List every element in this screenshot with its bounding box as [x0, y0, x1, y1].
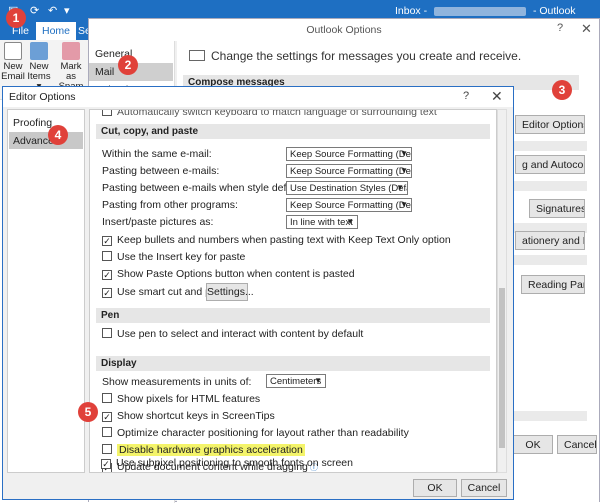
- scrollbar-thumb[interactable]: [499, 288, 505, 448]
- chevron-down-icon: ▼: [396, 183, 404, 192]
- chevron-down-icon: ▼: [400, 166, 408, 175]
- paste-other-programs-select[interactable]: Keep Source Formatting (Default)▼: [286, 198, 412, 212]
- editor-options-title: Editor Options: [3, 87, 513, 107]
- paste-conflict-select[interactable]: Use Destination Styles (Default)▼: [286, 181, 408, 195]
- nav-advanced[interactable]: Advanced: [9, 132, 83, 149]
- scrollbar[interactable]: [497, 109, 507, 473]
- spelling-autocorrect-button[interactable]: g and Autocorrect...: [515, 155, 585, 174]
- pen-select-checkbox[interactable]: Use pen to select and interact with cont…: [102, 328, 363, 340]
- show-paste-options-checkbox[interactable]: ✓ Show Paste Options button when content …: [102, 268, 355, 280]
- step-marker-5: 5: [78, 402, 98, 422]
- optimize-positioning-checkbox[interactable]: Optimize character positioning for layou…: [102, 427, 409, 439]
- subpixel-positioning-checkbox[interactable]: ✓ Use subpixel positioning to smooth font…: [101, 457, 353, 469]
- step-marker-2: 2: [118, 55, 138, 75]
- editor-options-ok-button[interactable]: OK: [413, 479, 457, 497]
- new-items-button[interactable]: New Items ▾: [26, 42, 52, 92]
- redacted-account: [434, 6, 527, 16]
- editor-options-nav: Proofing Advanced: [7, 109, 85, 473]
- new-items-icon: [30, 42, 48, 60]
- keep-bullets-checkbox[interactable]: ✓ Keep bullets and numbers when pasting t…: [102, 234, 451, 246]
- editor-options-dialog: Editor Options ? ✕ Proofing Advanced Aut…: [2, 86, 514, 500]
- chevron-down-icon: ▼: [314, 376, 322, 385]
- stationery-fonts-button[interactable]: ationery and Fonts...: [515, 231, 585, 250]
- insert-pictures-label: Insert/paste pictures as:: [102, 216, 214, 228]
- shortcut-keys-checkbox[interactable]: ✓ Show shortcut keys in ScreenTips: [102, 410, 275, 422]
- chevron-down-icon: ▼: [400, 149, 408, 158]
- cut-copy-paste-heading: Cut, copy, and paste: [96, 124, 490, 139]
- step-marker-4: 4: [48, 125, 68, 145]
- smart-paste-settings-button[interactable]: Settings...: [206, 283, 254, 301]
- paste-within-email-select[interactable]: Keep Source Formatting (Default)▼: [286, 147, 412, 161]
- outlook-options-cancel-button[interactable]: Cancel: [557, 435, 597, 454]
- envelope-icon: [4, 42, 22, 60]
- nav-proofing[interactable]: Proofing: [9, 114, 83, 131]
- mail-settings-header: Change the settings for messages you cre…: [189, 49, 521, 63]
- close-icon[interactable]: ✕: [491, 88, 503, 105]
- editor-options-cancel-button[interactable]: Cancel: [461, 479, 507, 497]
- display-heading: Display: [96, 356, 490, 371]
- chevron-down-icon: ▼: [400, 200, 408, 209]
- paste-other-programs-label: Pasting from other programs:: [102, 199, 238, 211]
- spam-envelope-icon: [62, 42, 80, 60]
- pen-heading: Pen: [96, 308, 490, 323]
- insert-pictures-select[interactable]: In line with text ▼: [286, 215, 358, 229]
- measurement-units-select[interactable]: Centimeters ▼: [266, 374, 326, 388]
- help-icon[interactable]: ?: [557, 22, 563, 34]
- outlook-options-ok-button[interactable]: OK: [513, 435, 553, 454]
- paste-between-emails-select[interactable]: Keep Source Formatting (Default)▼: [286, 164, 412, 178]
- show-pixels-checkbox[interactable]: Show pixels for HTML features: [102, 393, 260, 405]
- window-title: Inbox - - Outlook: [395, 5, 576, 17]
- tab-home[interactable]: Home: [36, 22, 77, 40]
- outlook-options-title: Outlook Options: [89, 19, 599, 41]
- paste-between-emails-label: Pasting between e-mails:: [102, 165, 220, 177]
- editor-options-button[interactable]: Editor Options...: [515, 115, 585, 134]
- measurement-units-label: Show measurements in units of:: [102, 376, 252, 388]
- step-marker-3: 3: [552, 80, 572, 100]
- step-marker-1: 1: [6, 8, 26, 28]
- disable-hardware-acceleration-checkbox[interactable]: Disable hardware graphics acceleration: [102, 444, 305, 456]
- reading-pane-button[interactable]: Reading Pane...: [521, 275, 585, 294]
- insert-key-paste-checkbox[interactable]: Use the Insert key for paste: [102, 251, 245, 263]
- sync-icon[interactable]: ⟳: [30, 4, 39, 17]
- help-icon[interactable]: ?: [463, 90, 469, 102]
- advanced-settings-panel: Automatically switch keyboard to match l…: [89, 109, 497, 473]
- new-email-button[interactable]: New Email: [0, 42, 26, 82]
- signatures-button[interactable]: Signatures...: [529, 199, 585, 218]
- undo-icon[interactable]: ↶: [48, 4, 57, 17]
- chevron-down-icon: ▼: [346, 217, 354, 226]
- dropdown-icon[interactable]: ▾: [64, 4, 70, 17]
- envelope-icon: [189, 50, 205, 61]
- auto-switch-keyboard-checkbox[interactable]: Automatically switch keyboard to match l…: [102, 110, 437, 118]
- paste-within-email-label: Within the same e-mail:: [102, 148, 212, 160]
- close-icon[interactable]: ✕: [581, 21, 592, 37]
